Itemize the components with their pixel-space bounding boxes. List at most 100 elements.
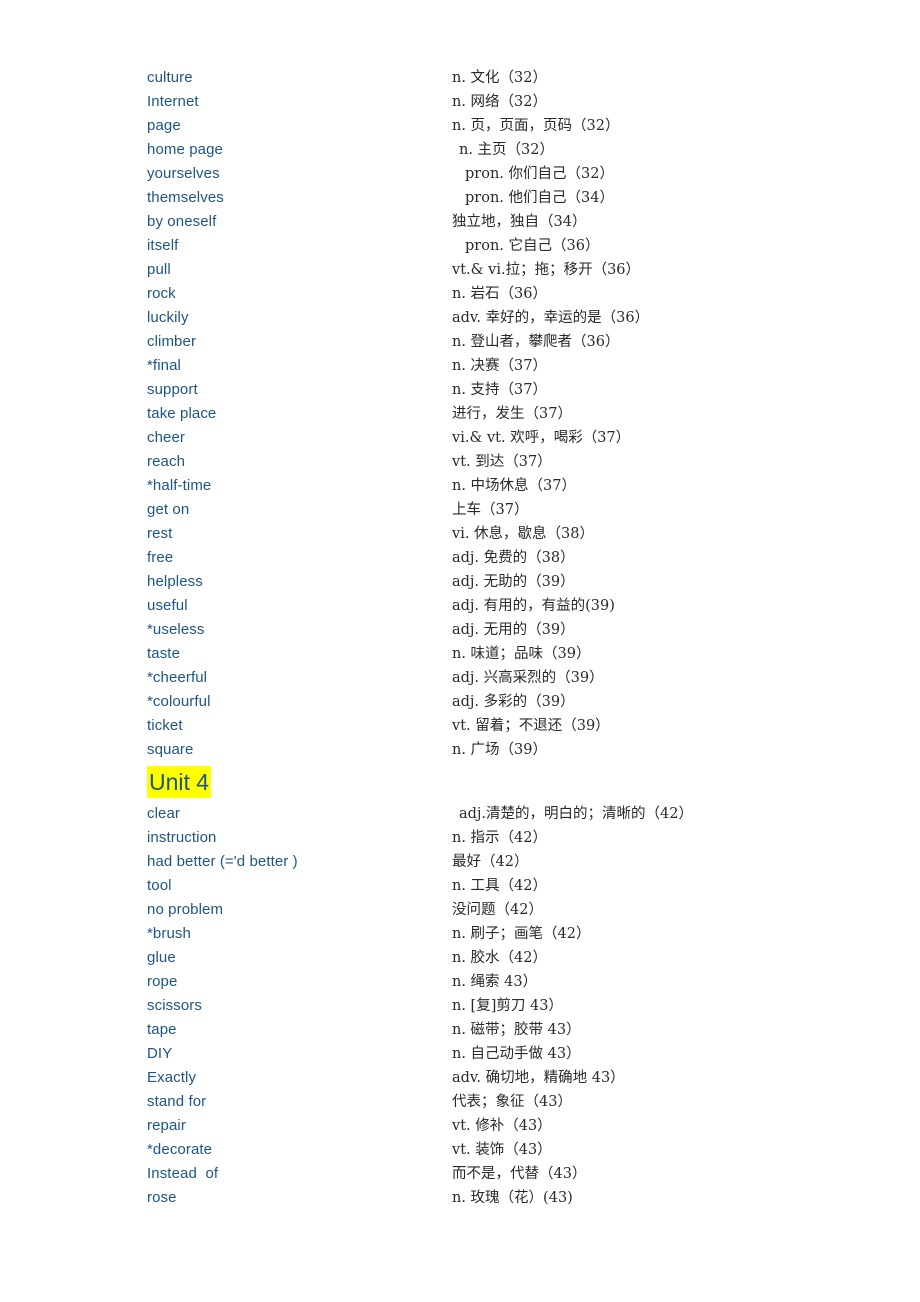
vocab-row: itself pron. 它自己（36） (147, 234, 887, 258)
vocab-term: clear (147, 805, 181, 822)
vocab-definition: adj. 有用的，有益的(39) (452, 598, 615, 614)
vocab-row: rock n. 岩石（36） (147, 282, 887, 306)
vocab-row: *decorate vt. 装饰（43） (147, 1138, 887, 1162)
vocab-row: by oneself 独立地，独自（34） (147, 210, 887, 234)
vocab-term: rope (147, 973, 178, 990)
vocab-term: climber (147, 333, 197, 350)
vocab-definition: 进行，发生（37） (452, 406, 572, 422)
vocab-definition: adj. 无用的（39） (452, 622, 575, 638)
vocab-term: rose (147, 1189, 177, 1206)
vocab-definition: n. 自己动手做 43） (452, 1046, 581, 1062)
vocab-definition: adv. 确切地，精确地 43） (452, 1070, 625, 1086)
vocab-definition: pron. 他们自己（34） (465, 190, 614, 206)
vocab-term: DIY (147, 1045, 173, 1062)
vocab-row: *half-time n. 中场休息（37） (147, 474, 887, 498)
vocab-term: Instead of (147, 1165, 219, 1182)
vocab-term: Internet (147, 93, 199, 110)
vocab-term: scissors (147, 997, 202, 1014)
vocab-row: rest vi. 休息，歇息（38） (147, 522, 887, 546)
vocab-term: helpless (147, 573, 203, 590)
vocab-row: Instead of 而不是，代替（43） (147, 1162, 887, 1186)
vocab-definition: 代表；象征（43） (452, 1094, 572, 1110)
vocab-term: square (147, 741, 194, 758)
vocab-row: culture n. 文化（32） (147, 66, 887, 90)
vocab-definition: n. 刷子；画笔（42） (452, 926, 591, 942)
vocab-term: take place (147, 405, 217, 422)
vocab-definition: adj.清楚的，明白的；清晰的（42） (459, 806, 693, 822)
vocab-term: luckily (147, 309, 189, 326)
vocab-term: glue (147, 949, 176, 966)
vocab-row: support n. 支持（37） (147, 378, 887, 402)
vocab-term: themselves (147, 189, 224, 206)
vocab-term: *half-time (147, 477, 212, 494)
vocab-row: tool n. 工具（42） (147, 874, 887, 898)
vocab-definition: n. 绳索 43） (452, 974, 538, 990)
vocab-row: climber n. 登山者，攀爬者（36） (147, 330, 887, 354)
vocab-definition: n. 支持（37） (452, 382, 548, 398)
vocab-definition: vt. 留着；不退还（39） (452, 718, 610, 734)
vocab-definition: n. 玫瑰（花）(43) (452, 1190, 573, 1206)
vocab-row: no problem 没问题（42） (147, 898, 887, 922)
vocab-row: repair vt. 修补（43） (147, 1114, 887, 1138)
vocab-row: helpless adj. 无助的（39） (147, 570, 887, 594)
vocab-definition: 最好（42） (452, 854, 529, 870)
unit-heading: Unit 4 (147, 766, 212, 798)
vocab-row: *useless adj. 无用的（39） (147, 618, 887, 642)
vocab-term: *colourful (147, 693, 211, 710)
vocab-row: take place 进行，发生（37） (147, 402, 887, 426)
vocab-row: clear adj.清楚的，明白的；清晰的（42） (147, 802, 887, 826)
vocab-row: pull vt.& vi.拉；拖；移开（36） (147, 258, 887, 282)
vocab-definition: n. 磁带；胶带 43） (452, 1022, 581, 1038)
vocab-term: by oneself (147, 213, 217, 230)
vocab-definition: 上车（37） (452, 502, 529, 518)
vocab-definition: adj. 免费的（38） (452, 550, 575, 566)
vocab-term: *brush (147, 925, 191, 942)
vocab-definition: adv. 幸好的，幸运的是（36） (452, 310, 650, 326)
vocab-definition: n. 页，页面，页码（32） (452, 118, 620, 134)
vocab-definition: n. 胶水（42） (452, 950, 548, 966)
vocab-definition: 独立地，独自（34） (452, 214, 587, 230)
vocab-term: home page (147, 141, 223, 158)
vocab-definition: n. 网络（32） (452, 94, 548, 110)
vocab-definition: n. 岩石（36） (452, 286, 548, 302)
vocab-row: tape n. 磁带；胶带 43） (147, 1018, 887, 1042)
vocab-definition: vt. 修补（43） (452, 1118, 552, 1134)
vocab-term: reach (147, 453, 186, 470)
vocab-term: *decorate (147, 1141, 213, 1158)
vocab-row: *colourful adj. 多彩的（39） (147, 690, 887, 714)
vocab-row: stand for 代表；象征（43） (147, 1090, 887, 1114)
vocab-row: *cheerful adj. 兴高采烈的（39） (147, 666, 887, 690)
vocab-row: useful adj. 有用的，有益的(39) (147, 594, 887, 618)
vocab-term: stand for (147, 1093, 207, 1110)
vocab-row: DIY n. 自己动手做 43） (147, 1042, 887, 1066)
vocab-term: free (147, 549, 174, 566)
vocab-row: ticket vt. 留着；不退还（39） (147, 714, 887, 738)
vocab-row: get on 上车（37） (147, 498, 887, 522)
vocab-definition: 而不是，代替（43） (452, 1166, 587, 1182)
vocab-term: *useless (147, 621, 205, 638)
vocab-row: themselves pron. 他们自己（34） (147, 186, 887, 210)
vocab-term: no problem (147, 901, 224, 918)
vocab-definition: 没问题（42） (452, 902, 543, 918)
vocab-term: rest (147, 525, 173, 542)
vocab-row: yourselves pron. 你们自己（32） (147, 162, 887, 186)
vocab-row: page n. 页，页面，页码（32） (147, 114, 887, 138)
vocab-term: had better (='d better ) (147, 853, 298, 870)
vocab-definition: adj. 无助的（39） (452, 574, 575, 590)
vocab-definition: n. 登山者，攀爬者（36） (452, 334, 620, 350)
vocab-definition: n. 中场休息（37） (452, 478, 577, 494)
vocab-row: *brush n. 刷子；画笔（42） (147, 922, 887, 946)
vocab-row: instruction n. 指示（42） (147, 826, 887, 850)
vocab-term: yourselves (147, 165, 220, 182)
vocab-definition: adj. 兴高采烈的（39） (452, 670, 604, 686)
vocab-definition: vt. 到达（37） (452, 454, 552, 470)
vocab-row: free adj. 免费的（38） (147, 546, 887, 570)
vocab-definition: n. 主页（32） (459, 142, 555, 158)
vocab-term: page (147, 117, 181, 134)
vocab-term: get on (147, 501, 190, 518)
vocab-definition: pron. 你们自己（32） (465, 166, 614, 182)
vocab-row: luckily adv. 幸好的，幸运的是（36） (147, 306, 887, 330)
vocab-definition: n. 广场（39） (452, 742, 548, 758)
vocab-term: Exactly (147, 1069, 197, 1086)
vocab-definition: vi.& vt. 欢呼，喝彩（37） (452, 430, 631, 446)
